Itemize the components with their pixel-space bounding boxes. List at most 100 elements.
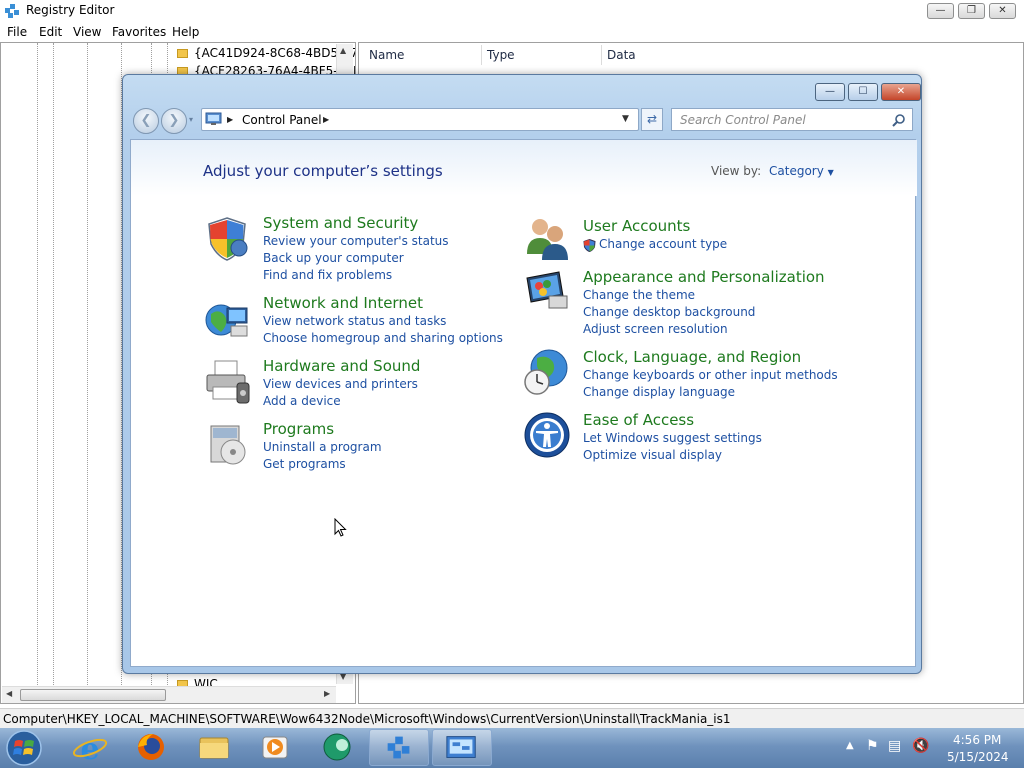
users-icon[interactable]	[523, 214, 571, 262]
tree-item[interactable]: {AC41D924-8C68-4BD5-A7	[177, 46, 355, 60]
start-button[interactable]	[4, 730, 44, 766]
dropdown-arrow-icon: ▼	[827, 168, 834, 177]
media-player-icon	[262, 736, 288, 759]
control-panel-icon	[205, 112, 222, 125]
explorer-icon	[199, 737, 229, 759]
shield-icon[interactable]	[203, 214, 251, 262]
task-link[interactable]: Let Windows suggest settings	[583, 431, 762, 445]
task-link[interactable]: Adjust screen resolution	[583, 322, 728, 336]
task-link[interactable]: Change display language	[583, 385, 735, 399]
minimize-button[interactable]: —	[927, 3, 954, 19]
folder-icon	[177, 49, 188, 58]
tree-horizontal-scrollbar[interactable]: ◀ ▶	[2, 686, 336, 703]
maximize-button[interactable]: ☐	[848, 83, 878, 101]
address-bar[interactable]: ▶ Control Panel ▶ ▼	[201, 108, 639, 131]
search-icon[interactable]	[892, 113, 906, 127]
show-hidden-icons-icon[interactable]: ▲	[846, 740, 854, 751]
action-center-flag-icon[interactable]: ⚑	[866, 738, 879, 754]
menu-view[interactable]: View	[73, 25, 101, 39]
task-link[interactable]: Choose homegroup and sharing options	[263, 331, 503, 345]
taskbar-media-player[interactable]	[245, 729, 305, 766]
network-status-icon[interactable]: ▤	[888, 738, 901, 754]
registry-editor-icon	[5, 4, 19, 18]
task-link[interactable]: Change keyboards or other input methods	[583, 368, 838, 382]
refresh-button[interactable]: ⇄	[641, 108, 663, 131]
task-link[interactable]: Find and fix problems	[263, 268, 392, 282]
ease-of-access-icon[interactable]	[523, 411, 571, 459]
taskbar-internet-explorer[interactable]: e	[60, 729, 120, 767]
scroll-left-arrow-icon[interactable]: ◀	[6, 689, 12, 698]
system-tray: ▲ ⚑ ▤ 🔇 4:56 PM 5/15/2024	[840, 728, 1024, 768]
scroll-up-arrow-icon[interactable]: ▲	[340, 46, 346, 55]
column-header-type[interactable]: Type	[487, 48, 515, 62]
taskbar-app[interactable]	[307, 729, 367, 766]
volume-muted-icon[interactable]: 🔇	[912, 738, 929, 754]
category-title[interactable]: User Accounts	[583, 217, 690, 235]
close-button[interactable]: ✕	[989, 3, 1016, 19]
close-button[interactable]: ✕	[881, 83, 921, 101]
back-button[interactable]: ❮	[133, 108, 159, 134]
taskbar-control-panel[interactable]	[432, 729, 492, 766]
column-header-data[interactable]: Data	[607, 48, 636, 62]
minimize-button[interactable]: —	[815, 83, 845, 101]
taskbar: e ▲ ⚑ ▤ 🔇 4:56 PM 5/15/2024	[0, 728, 1024, 768]
category-title[interactable]: Network and Internet	[263, 294, 423, 312]
category-title[interactable]: System and Security	[263, 214, 418, 232]
menu-favorites[interactable]: Favorites	[112, 25, 166, 39]
menu-edit[interactable]: Edit	[39, 25, 62, 39]
category-title[interactable]: Clock, Language, and Region	[583, 348, 801, 366]
task-link[interactable]: Review your computer's status	[263, 234, 449, 248]
category-title[interactable]: Appearance and Personalization	[583, 268, 825, 286]
taskbar-explorer[interactable]	[184, 729, 244, 766]
task-link[interactable]: Change account type	[599, 237, 727, 251]
recent-pages-dropdown-icon[interactable]: ▾	[189, 115, 193, 124]
menu-file[interactable]: File	[7, 25, 27, 39]
status-bar: Computer\HKEY_LOCAL_MACHINE\SOFTWARE\Wow…	[0, 708, 1024, 728]
view-by-dropdown[interactable]: Category ▼	[769, 164, 834, 178]
task-link[interactable]: Change the theme	[583, 288, 695, 302]
task-link[interactable]: View network status and tasks	[263, 314, 446, 328]
category-title[interactable]: Hardware and Sound	[263, 357, 420, 375]
programs-icon[interactable]	[203, 420, 251, 468]
task-link[interactable]: Back up your computer	[263, 251, 404, 265]
address-dropdown-icon[interactable]: ▼	[622, 114, 629, 124]
menu-help[interactable]: Help	[172, 25, 199, 39]
monitor-icon[interactable]	[523, 268, 571, 316]
category-title[interactable]: Ease of Access	[583, 411, 694, 429]
clock-time[interactable]: 4:56 PM	[953, 733, 1001, 747]
task-link[interactable]: Add a device	[263, 394, 341, 408]
scroll-right-arrow-icon[interactable]: ▶	[324, 689, 330, 698]
app-icon	[323, 733, 351, 761]
task-link[interactable]: View devices and printers	[263, 377, 418, 391]
task-link[interactable]: Change desktop background	[583, 305, 755, 319]
column-header-name[interactable]: Name	[369, 48, 404, 62]
category-title[interactable]: Programs	[263, 420, 334, 438]
clock-date[interactable]: 5/15/2024	[947, 750, 1009, 764]
uac-shield-icon	[583, 239, 596, 252]
registry-editor-titlebar: Registry Editor — ❐ ✕	[0, 0, 1024, 22]
search-box[interactable]: Search Control Panel	[671, 108, 913, 131]
mouse-cursor-icon	[334, 518, 347, 537]
restore-button[interactable]: ❐	[958, 3, 985, 19]
svg-text:e: e	[80, 732, 99, 766]
registry-editor-icon	[387, 736, 410, 759]
taskbar-registry-editor[interactable]	[369, 729, 429, 766]
task-link[interactable]: Optimize visual display	[583, 448, 722, 462]
search-input[interactable]: Search Control Panel	[680, 113, 806, 127]
internet-explorer-icon: e	[72, 732, 108, 767]
taskbar-firefox[interactable]	[121, 729, 181, 766]
control-panel-window: — ☐ ✕ ❮ ❯ ▾ ▶ Control Panel ▶ ▼ ⇄ Search…	[122, 74, 922, 674]
scroll-thumb[interactable]	[20, 689, 166, 701]
task-link[interactable]: Uninstall a program	[263, 440, 382, 454]
breadcrumb-arrow-icon[interactable]: ▶	[227, 115, 233, 124]
network-icon[interactable]	[203, 294, 251, 342]
breadcrumb[interactable]: Control Panel	[242, 113, 322, 127]
page-title: Adjust your computer’s settings	[203, 162, 443, 180]
menu-bar: File Edit View Favorites Help	[0, 22, 1024, 42]
forward-button[interactable]: ❯	[161, 108, 187, 134]
firefox-icon	[138, 734, 164, 760]
breadcrumb-arrow-icon[interactable]: ▶	[323, 115, 329, 124]
task-link[interactable]: Get programs	[263, 457, 346, 471]
printer-icon[interactable]	[203, 357, 251, 405]
globe-clock-icon[interactable]	[523, 348, 571, 396]
